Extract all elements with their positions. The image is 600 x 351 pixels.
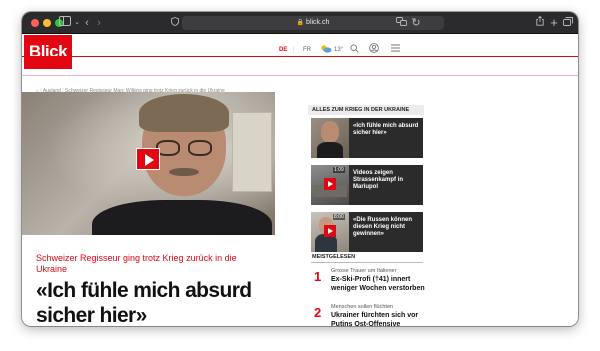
video-play-button[interactable] [324,225,336,237]
tab-overview-icon[interactable] [562,15,574,31]
lock-icon: 🔒 [296,20,305,26]
video-glasses-right [188,140,212,156]
most-read-divider [311,262,423,263]
most-read-rank: 2 [314,305,322,320]
back-button[interactable]: ‹ [82,15,92,31]
article-kicker: Schweizer Regisseur ging trotz Krieg zur… [36,253,237,274]
sidebar-title: ALLES ZUM KRIEG IN DER UKRAINE [312,107,410,113]
search-icon[interactable] [350,44,359,56]
most-read-kicker: Grosse Trauer um Italiener [331,268,397,274]
article-headline: «Ich fühle mich absurd sicher hier» [36,279,252,326]
reload-icon[interactable]: ↻ [410,15,422,31]
section-nav-ausland[interactable]: AUSLAND [25,64,54,70]
weather-temperature: 13° [334,47,344,53]
close-window-button[interactable] [31,19,39,27]
video-caption: Videos zeigen Strassenkampf in Mariupol [353,170,404,190]
user-account-icon[interactable] [369,43,379,56]
video-play-button[interactable] [324,178,336,190]
most-read-title: MEISTGELESEN [312,254,356,260]
most-read-kicker: Menschen sollen flüchten [331,304,394,310]
video-caption: «Die Russen können diesen Krieg nicht ge… [353,217,413,237]
play-icon [145,154,154,166]
sidebar-video-card[interactable]: 8:00 «Die Russen können diesen Krieg nic… [311,212,423,252]
sidebar-toggle-icon[interactable] [58,15,72,31]
language-fr[interactable]: FR [303,46,311,54]
header-divider [22,56,578,57]
browser-toolbar: ⌄ ‹ › 🔒 blick.ch ↻ + [22,12,578,34]
video-duration: 1:09 [333,167,345,173]
most-read-article-link[interactable]: Ukrainer fürchten sich vor Putins Ost-Of… [331,312,431,326]
language-separator: | [293,47,295,53]
translate-icon[interactable] [394,15,408,31]
video-caption: «Ich fühle mich absurd sicher hier» [353,123,419,136]
desktop: ⌄ ‹ › 🔒 blick.ch ↻ + Blick DE | FR 13° A… [0,0,600,351]
url-value: blick.ch [306,19,330,26]
section-divider [22,75,578,76]
minimize-window-button[interactable] [43,19,51,27]
most-read-article-link[interactable]: Ex-Ski-Profi (†41) innert weniger Wochen… [331,276,431,293]
video-wall-picture [232,112,272,192]
video-mustache [169,168,199,176]
play-icon [328,181,333,187]
video-thumbnail [311,118,349,158]
share-icon[interactable] [534,15,546,31]
play-icon [328,228,333,234]
weather-icon[interactable] [320,44,332,56]
language-de[interactable]: DE [279,46,287,54]
site-header [22,34,578,68]
new-tab-icon[interactable]: + [548,15,560,31]
browser-window: ⌄ ‹ › 🔒 blick.ch ↻ + Blick DE | FR 13° A… [22,12,578,326]
video-person-body [92,200,272,235]
video-play-button[interactable] [136,148,160,170]
most-read-rank: 1 [314,269,322,284]
forward-button[interactable]: › [94,15,104,31]
video-person-hair [139,94,229,132]
sidebar-video-card[interactable]: «Ich fühle mich absurd sicher hier» [311,118,423,158]
privacy-shield-icon[interactable] [170,15,180,31]
video-duration: 8:00 [333,214,345,220]
chevron-down-icon[interactable]: ⌄ [73,15,81,31]
menu-icon[interactable] [391,44,400,55]
sidebar-video-card[interactable]: 1:09 Videos zeigen Strassenkampf in Mari… [311,165,423,205]
